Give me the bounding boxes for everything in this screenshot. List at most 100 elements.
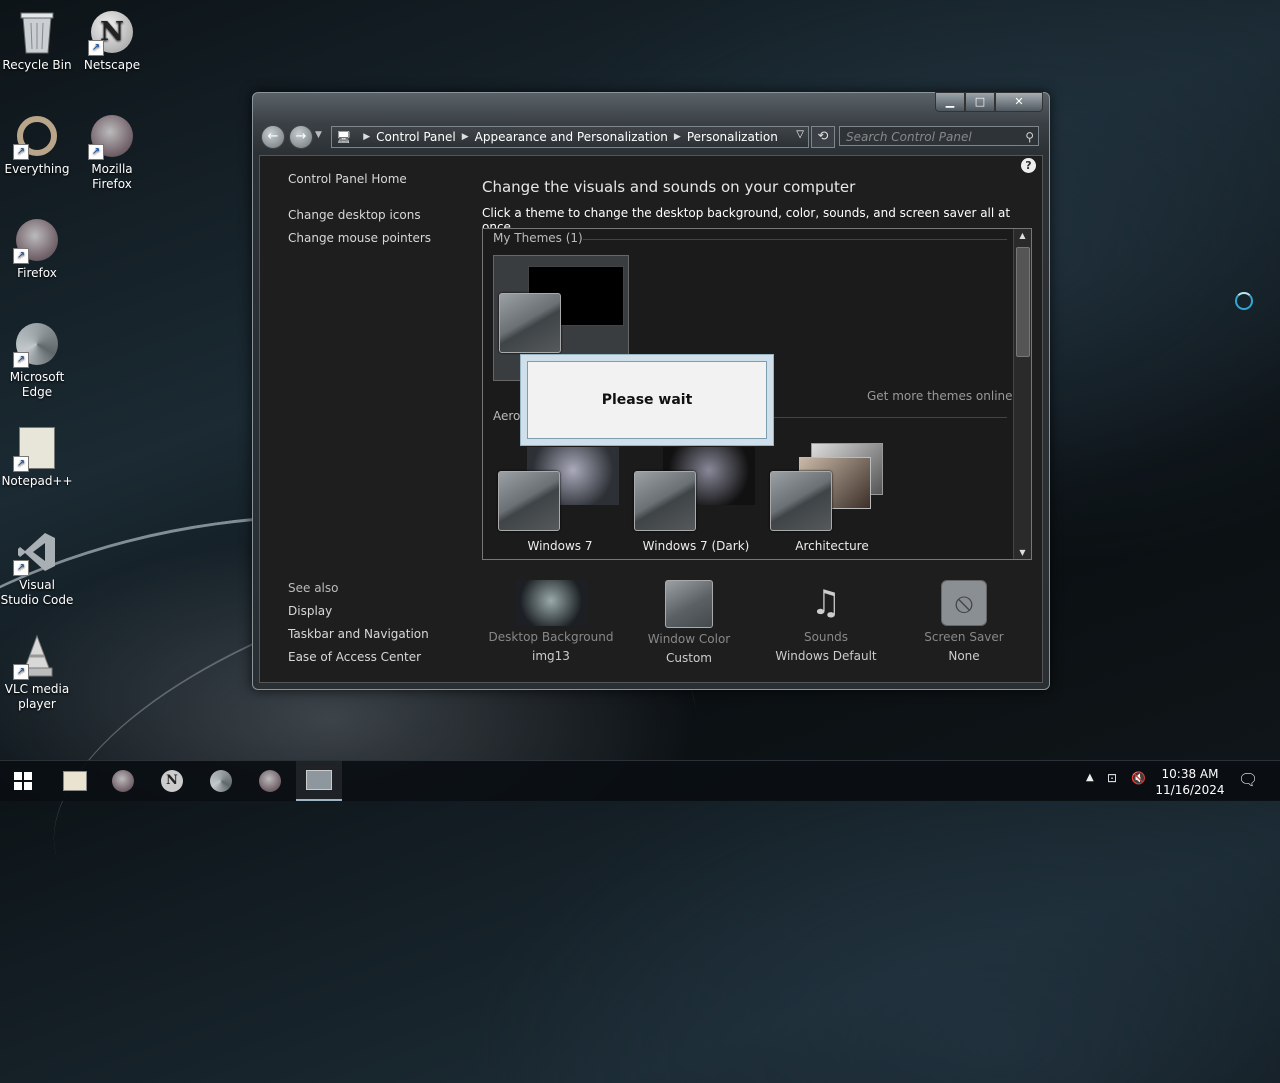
see-also-heading: See also xyxy=(288,581,339,595)
file-explorer-icon xyxy=(63,771,87,791)
divider xyxy=(583,239,1007,240)
desktop-icon-label: Mozilla Firefox xyxy=(91,162,133,191)
shortcut-arrow-icon: ↗ xyxy=(88,40,104,56)
breadcrumb-control-panel[interactable]: Control Panel xyxy=(376,130,456,144)
theme-color-swatch xyxy=(634,471,696,531)
taskbar-navigation-link[interactable]: Taskbar and Navigation xyxy=(288,627,429,641)
theme-label: Windows 7 (Dark) xyxy=(642,539,750,553)
netscape-icon: N xyxy=(161,770,183,792)
setting-label: Window Color xyxy=(647,632,731,646)
volume-muted-icon[interactable]: 🔇 xyxy=(1131,771,1146,785)
shortcut-arrow-icon: ↗ xyxy=(13,248,29,264)
breadcrumb-appearance[interactable]: Appearance and Personalization xyxy=(475,130,668,144)
shortcut-arrow-icon: ↗ xyxy=(88,144,104,160)
desktop-icon-label: Everything xyxy=(4,162,70,176)
taskbar-firefox-2[interactable] xyxy=(247,761,293,801)
network-icon[interactable]: ⊡ xyxy=(1107,771,1117,785)
edge-icon xyxy=(210,770,232,792)
shortcut-arrow-icon: ↗ xyxy=(13,664,29,680)
desktop-background-setting[interactable]: Desktop Background img13 xyxy=(486,580,616,663)
notifications-icon[interactable]: 🗨 xyxy=(1238,770,1258,789)
theme-windows7[interactable] xyxy=(493,437,623,537)
theme-color-swatch xyxy=(770,471,832,531)
desktop-icon-firefox[interactable]: ↗ Firefox xyxy=(0,216,74,281)
desktop-icon-edge[interactable]: ↗ Microsoft Edge xyxy=(0,320,74,400)
taskbar-control-panel[interactable] xyxy=(296,761,342,801)
desktop-icon-everything[interactable]: ↗ Everything xyxy=(0,112,74,177)
content-area: ? Control Panel Home Change desktop icon… xyxy=(259,155,1043,683)
vlc-icon: ↗ xyxy=(13,632,61,680)
theme-list-scrollbar[interactable]: ▲ ▼ xyxy=(1013,229,1031,559)
theme-architecture[interactable] xyxy=(765,437,895,537)
setting-value: Windows Default xyxy=(775,649,877,663)
control-panel-icon: 🖥 xyxy=(336,130,352,144)
desktop-icon-label: Microsoft Edge xyxy=(9,370,65,399)
address-bar[interactable]: 🖥 ▶ Control Panel ▶ Appearance and Perso… xyxy=(331,126,809,148)
windows-logo-icon xyxy=(14,772,32,790)
control-panel-home-link[interactable]: Control Panel Home xyxy=(288,172,407,186)
scroll-down-icon[interactable]: ▼ xyxy=(1014,548,1031,557)
window-color-setting[interactable]: Window Color Custom xyxy=(624,580,754,665)
control-panel-icon xyxy=(306,770,332,790)
desktop-icon-label: VLC media player xyxy=(4,682,70,711)
setting-value: img13 xyxy=(532,649,570,663)
taskbar-netscape[interactable]: N xyxy=(149,761,195,801)
recent-pages-dropdown-icon[interactable]: ▼ xyxy=(315,130,322,140)
forward-button[interactable]: → xyxy=(289,125,313,149)
desktop-icon-label: Notepad++ xyxy=(1,474,73,488)
shortcut-arrow-icon: ↗ xyxy=(13,560,29,576)
scroll-thumb[interactable] xyxy=(1016,247,1030,357)
shortcut-arrow-icon: ↗ xyxy=(13,352,29,368)
maximize-button[interactable]: □ xyxy=(965,92,995,112)
breadcrumb-separator-icon: ▶ xyxy=(673,132,681,142)
desktop-icon-notepadpp[interactable]: ↗ Notepad++ xyxy=(0,424,74,489)
theme-color-swatch xyxy=(498,471,560,531)
change-desktop-icons-link[interactable]: Change desktop icons xyxy=(288,208,421,222)
setting-label: Sounds xyxy=(803,630,849,644)
taskbar-edge[interactable] xyxy=(198,761,244,801)
minimize-button[interactable]: ▁ xyxy=(935,92,965,112)
personalization-window[interactable]: ▁ □ ✕ ← → ▼ 🖥 ▶ Control Panel ▶ Appearan… xyxy=(252,92,1050,690)
scroll-up-icon[interactable]: ▲ xyxy=(1014,231,1031,240)
taskbar-file-explorer[interactable] xyxy=(52,761,98,801)
back-button[interactable]: ← xyxy=(261,125,285,149)
theme-color-swatch xyxy=(499,293,561,353)
breadcrumb-personalization[interactable]: Personalization xyxy=(687,130,778,144)
theme-label: Architecture xyxy=(795,539,869,553)
sounds-icon: ♫ xyxy=(810,583,842,623)
display-link[interactable]: Display xyxy=(288,604,332,618)
ease-of-access-link[interactable]: Ease of Access Center xyxy=(288,650,421,664)
desktop-icon-recycle-bin[interactable]: Recycle Bin xyxy=(0,8,74,73)
desktop-icon-vscode[interactable]: ↗ Visual Studio Code xyxy=(0,528,74,608)
my-themes-header: My Themes (1) xyxy=(493,231,583,245)
desktop-icon-vlc[interactable]: ↗ VLC media player xyxy=(0,632,74,712)
desktop-icon-label: Recycle Bin xyxy=(2,58,72,72)
screen-saver-icon: ⦸ xyxy=(941,580,987,626)
search-input[interactable]: Search Control Panel ⚲ xyxy=(839,126,1039,146)
everything-icon: ↗ xyxy=(13,112,61,160)
start-button[interactable] xyxy=(0,761,46,801)
breadcrumb-separator-icon: ▶ xyxy=(461,132,469,142)
close-button[interactable]: ✕ xyxy=(995,92,1043,112)
desktop-icon-netscape[interactable]: N ↗ Netscape xyxy=(75,8,149,73)
window-color-icon xyxy=(665,580,713,628)
recycle-bin-icon xyxy=(13,8,61,56)
show-hidden-icons-button[interactable]: ▲ xyxy=(1086,772,1094,783)
desktop-background-icon xyxy=(515,580,587,626)
help-button[interactable]: ? xyxy=(1021,158,1036,173)
aero-themes-header: Aero xyxy=(493,409,521,423)
breadcrumb-separator-icon: ▶ xyxy=(363,132,371,142)
screen-saver-setting[interactable]: ⦸ Screen Saver None xyxy=(899,580,1029,663)
change-mouse-pointers-link[interactable]: Change mouse pointers xyxy=(288,231,431,245)
netscape-icon: N ↗ xyxy=(88,8,136,56)
desktop-icon-mozilla-firefox[interactable]: ↗ Mozilla Firefox xyxy=(75,112,149,192)
clock[interactable]: 10:38 AM 11/16/2024 xyxy=(1150,766,1230,798)
setting-value: None xyxy=(948,649,980,663)
theme-windows7-dark[interactable] xyxy=(629,437,759,537)
get-more-themes-link[interactable]: Get more themes online xyxy=(867,389,1013,403)
sounds-setting[interactable]: ♫ Sounds Windows Default xyxy=(761,580,891,663)
taskbar-firefox[interactable] xyxy=(100,761,146,801)
clock-date: 11/16/2024 xyxy=(1155,783,1225,797)
address-dropdown-icon[interactable]: ▽ xyxy=(796,129,804,140)
refresh-button[interactable]: ⟲ xyxy=(811,126,835,148)
